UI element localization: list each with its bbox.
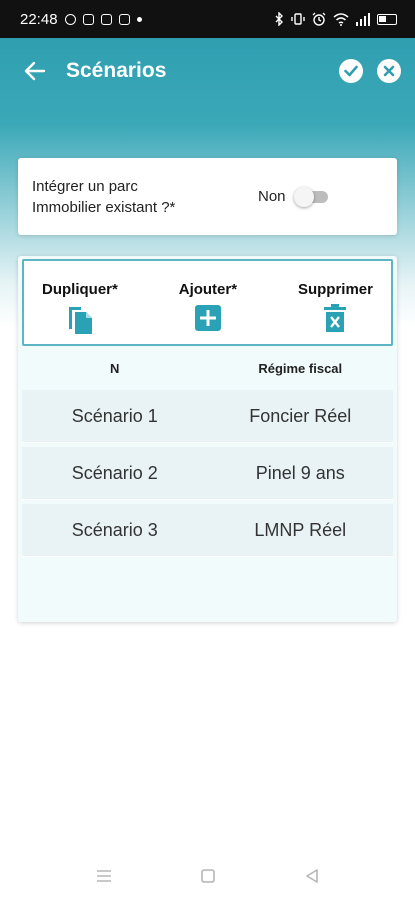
pinterest-icon (64, 13, 76, 25)
back-button[interactable] (20, 56, 50, 86)
header-regime-fiscal: Régime fiscal (258, 361, 343, 376)
check-icon (344, 65, 358, 77)
status-right (274, 12, 397, 26)
arrow-left-icon (24, 61, 46, 81)
scenario-toolbar: Dupliquer* Ajouter* Supprimer (22, 259, 393, 346)
toggle-thumb (293, 186, 314, 207)
regime-fiscal-cell: Foncier Réel (249, 405, 352, 426)
close-button[interactable] (377, 59, 401, 83)
status-left: 22:48 (20, 11, 142, 28)
battery-icon (377, 13, 397, 25)
bluetooth-icon (275, 12, 283, 26)
wifi-icon (333, 12, 349, 26)
scenario-name-cell: Scénario 1 (71, 405, 158, 426)
status-time: 22:48 (20, 10, 58, 28)
parc-immobilier-card: Intégrer un parc Immobilier existant ?* … (18, 158, 397, 235)
more-notifications-icon (136, 16, 142, 22)
square-icon (200, 869, 215, 883)
add-label: Ajouter* (178, 281, 238, 298)
regime-fiscal-cell: LMNP Réel (254, 519, 347, 540)
alarm-icon (312, 12, 326, 26)
parc-question-label: Intégrer un parc Immobilier existant ?* (32, 177, 176, 216)
header-number: N (110, 361, 120, 376)
scenario-name-cell: Scénario 3 (71, 519, 158, 540)
trash-icon (324, 304, 347, 332)
table-header: N Régime fiscal (22, 354, 393, 384)
youtube-icon (82, 13, 94, 25)
scenarios-card: Dupliquer* Ajouter* Supprimer N Régime f… (18, 256, 397, 622)
duplicate-icon (68, 307, 92, 334)
back-nav-button[interactable] (301, 865, 323, 887)
parc-toggle-switch[interactable] (293, 186, 328, 207)
table-row[interactable]: Scénario 1 Foncier Réel (22, 390, 393, 443)
table-row[interactable]: Scénario 3 LMNP Réel (22, 504, 393, 557)
regime-fiscal-cell: Pinel 9 ans (255, 462, 345, 483)
add-button[interactable]: Ajouter* (179, 261, 237, 344)
plus-square-icon (194, 305, 221, 331)
table-row[interactable]: Scénario 2 Pinel 9 ans (22, 447, 393, 500)
app-bar: Scénarios (0, 38, 415, 104)
status-bar: 22:48 (0, 0, 415, 38)
system-nav-bar (0, 852, 415, 900)
close-icon (383, 65, 395, 77)
confirm-button[interactable] (339, 59, 363, 83)
scenario-name-cell: Scénario 2 (71, 462, 158, 483)
home-button[interactable] (197, 865, 219, 887)
vibrate-icon (291, 13, 305, 25)
parc-toggle-value: Non (258, 188, 286, 205)
duplicate-label: Dupliquer* (42, 281, 118, 298)
triangle-back-icon (305, 869, 318, 883)
recent-apps-button[interactable] (93, 865, 115, 887)
signal-icon (356, 12, 370, 26)
flipboard-icon (118, 13, 130, 25)
duplicate-button[interactable]: Dupliquer* (42, 261, 118, 344)
delete-button[interactable]: Supprimer (298, 261, 373, 344)
instagram-icon (100, 13, 112, 25)
delete-label: Supprimer (297, 281, 373, 298)
menu-lines-icon (96, 870, 111, 882)
page-title: Scénarios (66, 59, 167, 82)
